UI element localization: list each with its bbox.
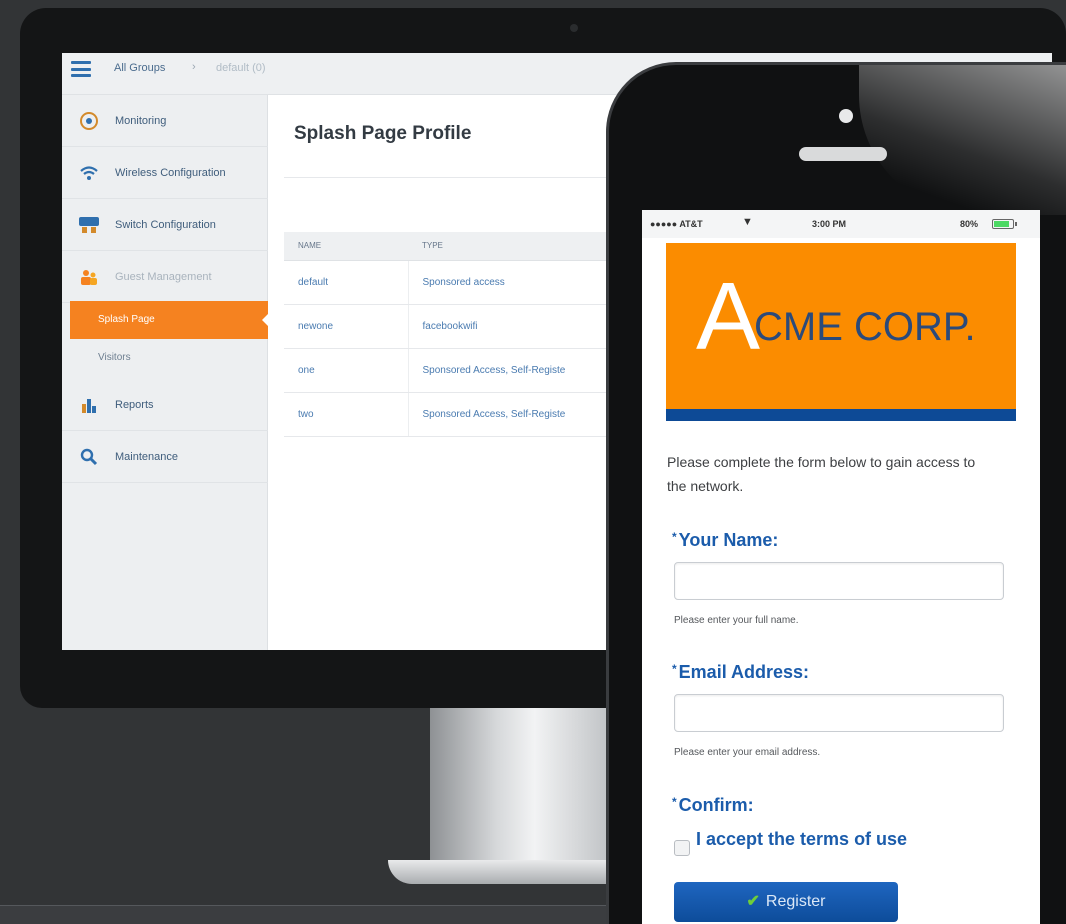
required-marker: * xyxy=(672,795,677,809)
sidebar-item-label: Wireless Configuration xyxy=(115,167,226,179)
sidebar-item-reports[interactable]: Reports xyxy=(62,379,268,431)
sidebar-subitem-visitors[interactable]: Visitors xyxy=(70,339,268,377)
sidebar-item-label: Switch Configuration xyxy=(115,219,216,231)
acme-logo: ACME CORP. xyxy=(696,269,976,365)
acme-logo-letter: A xyxy=(696,263,760,370)
guest-icon xyxy=(78,266,100,288)
sidebar-item-guest-management[interactable]: Guest Management xyxy=(62,251,268,303)
name-label: * Your Name: xyxy=(672,530,779,550)
terms-checkbox[interactable] xyxy=(674,840,690,856)
gauge-icon xyxy=(78,110,100,132)
sidebar-subitem-label: Visitors xyxy=(98,352,131,363)
bar-chart-icon xyxy=(78,394,100,416)
email-label: * Email Address: xyxy=(672,662,810,682)
sidebar-item-monitoring[interactable]: Monitoring xyxy=(62,95,268,147)
terms-label[interactable]: I accept the terms of use xyxy=(696,829,907,850)
required-marker: * xyxy=(672,662,677,676)
battery-percent: 80% xyxy=(960,219,979,229)
monitor-stand xyxy=(430,708,620,868)
sidebar-subitem-label: Splash Page xyxy=(98,314,155,325)
monitor-stand-base xyxy=(388,860,638,884)
acme-logo-text: CME CORP. xyxy=(754,305,976,349)
switch-icon xyxy=(78,214,100,236)
clock: 3:00 PM xyxy=(812,219,847,229)
column-header-name[interactable]: NAME xyxy=(284,232,408,261)
page-title: Splash Page Profile xyxy=(294,123,472,144)
sidebar-item-switch-configuration[interactable]: Switch Configuration xyxy=(62,199,268,251)
divider xyxy=(284,177,614,178)
sidebar-item-label: Maintenance xyxy=(115,451,178,463)
phone-glare xyxy=(859,65,1066,215)
sidebar-item-label: Monitoring xyxy=(115,115,167,127)
column-header-type[interactable]: TYPE xyxy=(408,232,614,261)
status-bar: ●●●●● AT&T ▼ 3:00 PM 80% xyxy=(642,210,1040,238)
wifi-signal-icon: ▼ xyxy=(742,216,753,228)
hamburger-menu-icon[interactable] xyxy=(71,61,91,77)
email-help-text: Please enter your email address. xyxy=(674,747,821,758)
sidebar-item-label: Reports xyxy=(115,399,154,411)
table-row[interactable]: one Sponsored Access, Self-Registe xyxy=(284,348,614,393)
monitor-camera xyxy=(570,24,578,32)
sidebar-subitem-splash-page[interactable]: Splash Page xyxy=(70,301,269,339)
breadcrumb-separator: › xyxy=(192,61,196,73)
intro-text: Please complete the form below to gain a… xyxy=(667,454,976,494)
phone-screen: ●●●●● AT&T ▼ 3:00 PM 80% ACME CORP. Plea… xyxy=(642,210,1040,924)
confirm-label: * Confirm: xyxy=(672,795,754,815)
carrier-label: ●●●●● AT&T xyxy=(650,219,703,229)
cell-name[interactable]: newone xyxy=(284,304,409,349)
table-header-row: NAME TYPE xyxy=(284,232,614,261)
name-field[interactable] xyxy=(674,562,1004,600)
table-row[interactable]: default Sponsored access xyxy=(284,260,614,305)
checkmark-icon: ✔ xyxy=(746,893,760,910)
splash-profile-table: NAME TYPE default Sponsored access newon… xyxy=(284,232,614,437)
table-row[interactable]: two Sponsored Access, Self-Registe xyxy=(284,392,614,437)
register-label: Register xyxy=(765,893,826,910)
acme-banner: ACME CORP. xyxy=(666,243,1016,421)
cell-type: Sponsored Access, Self-Registe xyxy=(408,348,614,393)
sidebar-item-label: Guest Management xyxy=(115,271,212,283)
sidebar-item-wireless-configuration[interactable]: Wireless Configuration xyxy=(62,147,268,199)
table-row[interactable]: newone facebookwifi xyxy=(284,304,614,349)
sidebar-item-maintenance[interactable]: Maintenance xyxy=(62,431,268,483)
battery-icon xyxy=(992,219,1017,229)
required-marker: * xyxy=(672,530,677,544)
cell-name[interactable]: one xyxy=(284,348,409,393)
wrench-icon xyxy=(78,446,100,468)
cell-type: Sponsored access xyxy=(408,260,614,305)
wifi-icon xyxy=(78,162,100,184)
breadcrumb-current[interactable]: default (0) xyxy=(216,62,266,74)
breadcrumb-root[interactable]: All Groups xyxy=(114,62,165,74)
name-help-text: Please enter your full name. xyxy=(674,615,799,626)
cell-name[interactable]: two xyxy=(284,392,409,437)
cell-type: facebookwifi xyxy=(408,304,614,349)
phone-speaker xyxy=(799,147,887,161)
register-button[interactable]: ✔ Register xyxy=(674,882,898,922)
cell-name[interactable]: default xyxy=(284,260,409,305)
phone-camera xyxy=(839,109,853,123)
email-field[interactable] xyxy=(674,694,1004,732)
cell-type: Sponsored Access, Self-Registe xyxy=(408,392,614,437)
sidebar: Monitoring Wireless Configuration Switch… xyxy=(62,95,269,650)
